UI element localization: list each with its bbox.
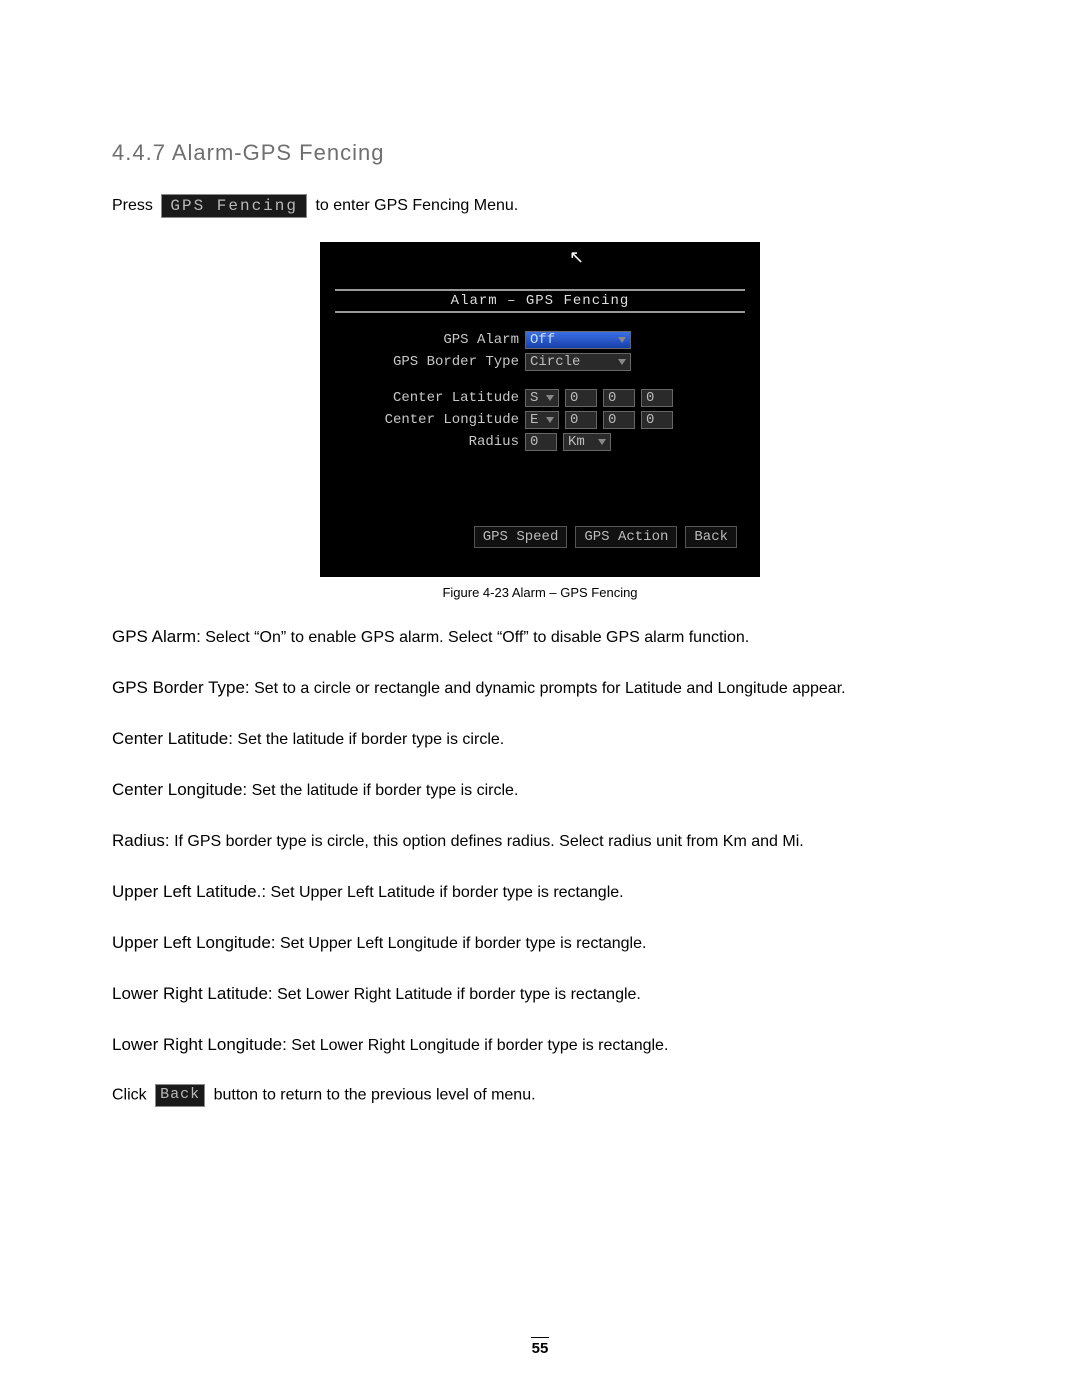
figure-wrapper: ↖ Alarm – GPS Fencing GPS Alarm Off GPS … [112,242,968,600]
select-gps-alarm-value: Off [530,332,555,348]
label-border-type: GPS Border Type [335,354,525,370]
text-radius: If GPS border type is circle, this optio… [170,833,804,850]
text-center-longitude: Set the latitude if border type is circl… [247,782,518,799]
label-gps-alarm: GPS Alarm [335,332,525,348]
text-center-latitude: Set the latitude if border type is circl… [233,731,504,748]
label-radius: Radius [335,434,525,450]
term-border-type: GPS Border Type: [112,678,250,697]
page-number: 55 [0,1337,1080,1357]
chevron-down-icon [618,337,626,343]
input-lon-min[interactable]: 0 [603,411,635,429]
label-center-latitude: Center Latitude [335,390,525,406]
text-lr-lat: Set Lower Right Latitude if border type … [273,986,641,1003]
click-prefix: Click [112,1087,151,1104]
figure-caption: Figure 4-23 Alarm – GPS Fencing [112,585,968,600]
back-button[interactable]: Back [685,526,737,548]
text-ul-lon: Set Upper Left Longitude if border type … [276,935,647,952]
chevron-down-icon [546,417,554,423]
osd-title: Alarm – GPS Fencing [335,289,745,313]
input-lon-sec[interactable]: 0 [641,411,673,429]
input-lat-sec[interactable]: 0 [641,389,673,407]
def-lower-right-latitude: Lower Right Latitude: Set Lower Right La… [112,983,968,1006]
def-radius: Radius: If GPS border type is circle, th… [112,830,968,853]
row-center-latitude: Center Latitude S 0 0 0 [335,387,745,409]
def-lower-right-longitude: Lower Right Longitude: Set Lower Right L… [112,1034,968,1057]
select-radius-unit[interactable]: Km [563,433,611,451]
back-button-chip: Back [155,1084,205,1106]
term-lr-lon: Lower Right Longitude: [112,1035,287,1054]
definitions: GPS Alarm: Select “On” to enable GPS ala… [112,626,968,1107]
chevron-down-icon [598,439,606,445]
select-lat-hemisphere[interactable]: S [525,389,559,407]
lon-hemi-value: E [530,412,538,428]
input-lon-deg[interactable]: 0 [565,411,597,429]
row-gps-alarm: GPS Alarm Off [335,329,745,351]
click-instruction: Click Back button to return to the previ… [112,1084,968,1106]
select-lon-hemisphere[interactable]: E [525,411,559,429]
input-lat-deg[interactable]: 0 [565,389,597,407]
term-center-latitude: Center Latitude: [112,729,233,748]
osd-body: GPS Alarm Off GPS Border Type Circle C [335,329,745,453]
page: { "heading": "4.4.7 Alarm-GPS Fencing", … [0,0,1080,1397]
gps-action-button[interactable]: GPS Action [575,526,677,548]
gps-speed-button[interactable]: GPS Speed [474,526,568,548]
term-ul-lon: Upper Left Longitude: [112,933,276,952]
def-border-type: GPS Border Type: Set to a circle or rect… [112,677,968,700]
label-center-longitude: Center Longitude [335,412,525,428]
select-border-type[interactable]: Circle [525,353,631,371]
select-gps-alarm[interactable]: Off [525,331,631,349]
def-center-longitude: Center Longitude: Set the latitude if bo… [112,779,968,802]
osd-footer: GPS Speed GPS Action Back [474,526,737,548]
term-center-longitude: Center Longitude: [112,780,247,799]
row-radius: Radius 0 Km [335,431,745,453]
text-lr-lon: Set Lower Right Longitude if border type… [287,1037,669,1054]
osd-screenshot: ↖ Alarm – GPS Fencing GPS Alarm Off GPS … [320,242,760,577]
press-suffix: to enter GPS Fencing Menu. [315,197,518,214]
lat-hemi-value: S [530,390,538,406]
press-instruction: Press GPS Fencing to enter GPS Fencing M… [112,194,968,218]
input-lat-min[interactable]: 0 [603,389,635,407]
press-prefix: Press [112,197,153,214]
cursor-icon: ↖ [569,247,584,268]
def-gps-alarm: GPS Alarm: Select “On” to enable GPS ala… [112,626,968,649]
def-upper-left-longitude: Upper Left Longitude: Set Upper Left Lon… [112,932,968,955]
text-gps-alarm: Select “On” to enable GPS alarm. Select … [201,629,749,646]
click-suffix: button to return to the previous level o… [214,1087,536,1104]
input-radius[interactable]: 0 [525,433,557,451]
chevron-down-icon [546,395,554,401]
text-ul-lat: Set Upper Left Latitude if border type i… [266,884,624,901]
gps-fencing-button-chip: GPS Fencing [161,194,307,218]
def-center-latitude: Center Latitude: Set the latitude if bor… [112,728,968,751]
select-border-type-value: Circle [530,354,580,370]
term-radius: Radius: [112,831,170,850]
section-heading: 4.4.7 Alarm-GPS Fencing [112,140,968,166]
term-ul-lat: Upper Left Latitude.: [112,882,266,901]
chevron-down-icon [618,359,626,365]
term-gps-alarm: GPS Alarm: [112,627,201,646]
text-border-type: Set to a circle or rectangle and dynamic… [250,680,846,697]
term-lr-lat: Lower Right Latitude: [112,984,273,1003]
def-upper-left-latitude: Upper Left Latitude.: Set Upper Left Lat… [112,881,968,904]
row-border-type: GPS Border Type Circle [335,351,745,373]
row-center-longitude: Center Longitude E 0 0 0 [335,409,745,431]
radius-unit-value: Km [568,434,585,450]
